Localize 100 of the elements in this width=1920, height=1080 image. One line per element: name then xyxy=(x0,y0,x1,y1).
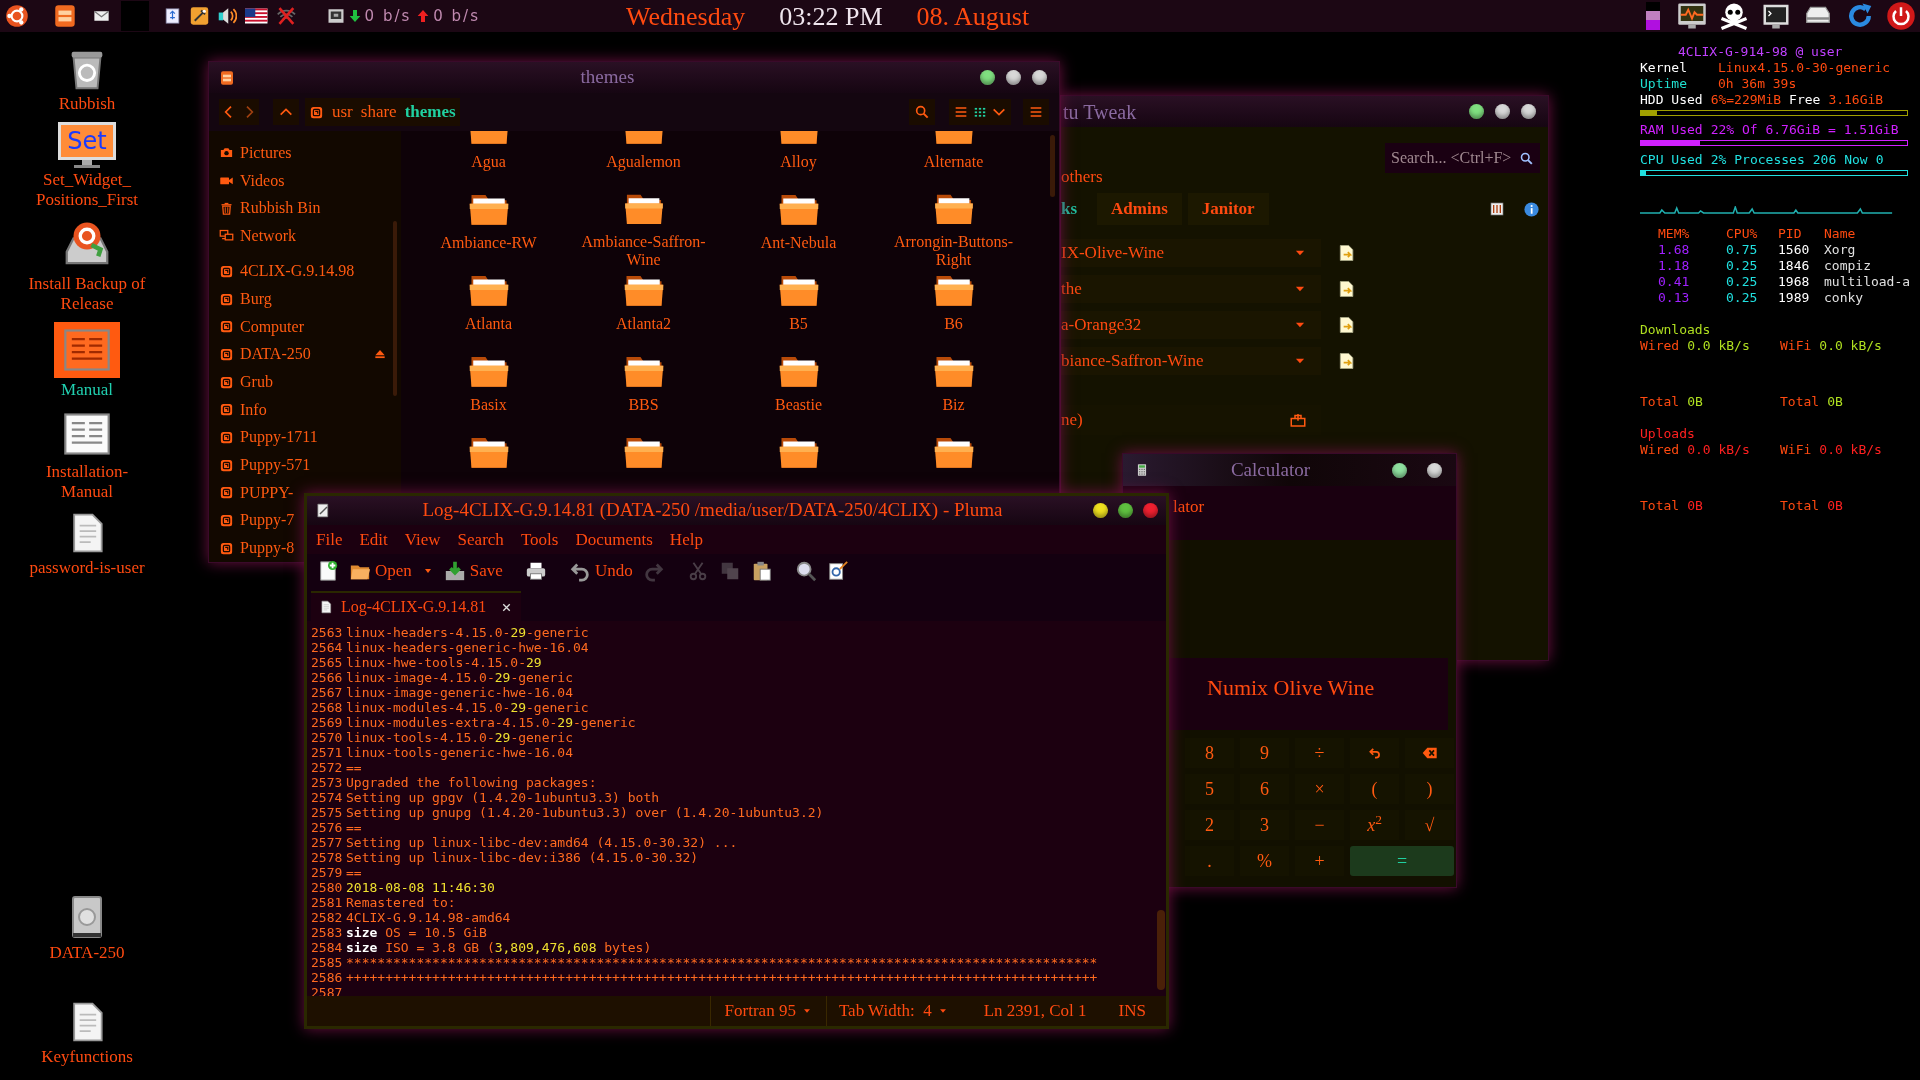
sidebar-item[interactable]: Network xyxy=(219,222,296,250)
folder-item[interactable]: Ambiance-RW xyxy=(411,188,566,269)
sidebar-item[interactable]: Info xyxy=(219,395,267,424)
theme-dropdown[interactable]: biance-Saffron-Wine xyxy=(1061,347,1321,375)
list-view-button[interactable] xyxy=(953,104,969,120)
toolbar-button[interactable]: Undo xyxy=(568,557,633,584)
sidebar-item[interactable]: Grub xyxy=(219,368,273,396)
folder-item[interactable]: BBS xyxy=(566,350,721,431)
maximize-button[interactable] xyxy=(1392,462,1407,478)
desktop-icon-label[interactable]: Keyfunctions xyxy=(41,1047,133,1067)
folder-item[interactable]: Alloy xyxy=(721,131,876,188)
stat-value: 22% Of 6.76GiB = 1.51GiB xyxy=(1710,122,1899,138)
desktop-icon-label[interactable]: Installation- Manual xyxy=(45,462,129,502)
path-button[interactable]: share xyxy=(360,99,397,125)
folder-item[interactable]: Alternate xyxy=(876,131,1031,188)
desktop-icon-label[interactable]: Rubbish xyxy=(58,94,116,114)
info-icon[interactable] xyxy=(1523,200,1540,218)
folder-item[interactable]: Agualemon xyxy=(566,131,721,188)
folder-item[interactable]: Ant-Nebula xyxy=(721,188,876,269)
folder-item[interactable]: Agua xyxy=(411,131,566,188)
tab[interactable]: ks xyxy=(1061,193,1092,225)
network-monitor-icon[interactable] xyxy=(326,7,345,25)
language-dropdown[interactable]: Fortran 95 xyxy=(709,996,826,1026)
toolbar-button[interactable]: Open xyxy=(349,557,412,584)
sidebar-item[interactable]: Puppy-1711 xyxy=(219,423,318,452)
desktop-icon-label[interactable]: password-is-user xyxy=(29,558,145,578)
folder-item[interactable]: Basix xyxy=(411,350,566,431)
folder-item[interactable]: Ambiance-Saffron-Wine xyxy=(566,188,721,269)
maximize-button[interactable] xyxy=(1118,503,1133,518)
tab[interactable]: Admins xyxy=(1097,193,1182,225)
maximize-button[interactable] xyxy=(1469,104,1484,119)
toolbar-button[interactable]: Save xyxy=(443,557,503,584)
close-button[interactable] xyxy=(1521,104,1536,119)
sidebar-item[interactable]: PUPPY- xyxy=(219,478,294,507)
maximize-button[interactable] xyxy=(980,70,995,85)
folder-item[interactable]: Arrongin-Buttons-Right xyxy=(876,188,1031,269)
line-number: 2574 xyxy=(311,790,344,805)
search-button[interactable] xyxy=(909,99,935,125)
menu-item[interactable]: Help xyxy=(669,526,703,553)
sidebar-item[interactable]: Puppy-8 xyxy=(219,534,295,562)
sidebar-item[interactable]: Burg xyxy=(219,285,272,313)
minimize-button[interactable] xyxy=(1495,104,1510,119)
toolbar-button[interactable] xyxy=(317,559,339,582)
path-button[interactable]: usr xyxy=(332,99,353,125)
grid-view-button[interactable] xyxy=(973,105,987,119)
tab-width-dropdown[interactable]: Tab Width: 4 xyxy=(825,996,960,1026)
folder-item[interactable]: Atlanta2 xyxy=(566,269,721,350)
desktop-icon-label[interactable]: Install Backup of Release xyxy=(28,274,146,314)
settings-icon[interactable] xyxy=(1489,201,1505,217)
search-icon[interactable] xyxy=(1519,150,1534,166)
stat-value: 0.0 kB/s xyxy=(1687,338,1750,354)
folder-item[interactable]: Biz xyxy=(876,350,1031,431)
folder-item[interactable]: B5 xyxy=(721,269,876,350)
menu-item[interactable]: View xyxy=(404,526,441,553)
desktop-icon-label[interactable]: DATA-250 xyxy=(49,943,125,963)
folder-item[interactable]: B6 xyxy=(876,269,1031,350)
skull-icon[interactable] xyxy=(1718,1,1750,31)
desktop-icon-label[interactable]: Manual xyxy=(61,380,113,400)
sidebar-item[interactable]: DATA-250 xyxy=(219,340,389,369)
theme-dropdown[interactable]: the xyxy=(1061,275,1321,303)
menu-button[interactable] xyxy=(1023,99,1049,125)
minimize-button[interactable] xyxy=(1006,70,1021,85)
document-icon xyxy=(319,599,333,615)
close-button[interactable] xyxy=(1427,462,1442,478)
stat-value: 0.0 kB/s xyxy=(1687,442,1750,458)
folder-item[interactable]: Beastie xyxy=(721,350,876,431)
sidebar-item[interactable]: 4CLIX-G.9.14.98 xyxy=(219,257,355,286)
upload-icon[interactable] xyxy=(1289,411,1307,429)
sidebar-item[interactable]: Puppy-7 xyxy=(219,506,295,535)
menu-item[interactable]: Search xyxy=(457,526,504,553)
minimize-button[interactable] xyxy=(1093,503,1108,518)
sidebar-item[interactable]: Puppy-571 xyxy=(219,451,311,479)
menu-item[interactable]: Edit xyxy=(359,526,388,553)
close-button[interactable] xyxy=(1032,70,1047,85)
folder-item[interactable]: Atlanta xyxy=(411,269,566,350)
equals-button[interactable]: = xyxy=(1350,846,1454,876)
tab[interactable]: Janitor xyxy=(1187,193,1269,225)
desktop-icon-label[interactable]: Set_Widget_ Positions_First xyxy=(35,170,138,210)
toolbar-button[interactable] xyxy=(826,559,849,582)
system-monitor-icon[interactable] xyxy=(1676,1,1708,31)
theme-dropdown[interactable]: IX-Olive-Wine xyxy=(1061,239,1321,267)
path-button[interactable]: themes xyxy=(404,99,456,125)
menu-item[interactable]: Documents xyxy=(575,526,653,553)
workspace-switcher[interactable] xyxy=(1646,2,1660,30)
sidebar-item[interactable]: Rubbish Bin xyxy=(219,194,321,222)
sidebar-item[interactable]: Computer xyxy=(219,312,304,341)
code-line: Setting up linux-libc-dev:i386 (4.15.0-30.32) xyxy=(346,850,699,865)
clock-time[interactable]: 03:22 PM xyxy=(779,0,883,36)
code-line: size OS = 10.5 GiB xyxy=(346,925,487,940)
sidebar-item[interactable]: Videos xyxy=(219,166,285,195)
tools-icon[interactable] xyxy=(189,5,209,27)
menu-item[interactable]: Tools xyxy=(520,526,559,553)
trash-icon xyxy=(219,200,234,216)
sidebar-item[interactable]: Pictures xyxy=(219,139,292,167)
up-button[interactable] xyxy=(273,99,299,125)
toolbar-button[interactable] xyxy=(794,559,817,582)
menu-item[interactable]: File xyxy=(316,526,343,553)
theme-dropdown[interactable]: a-Orange32 xyxy=(1061,311,1321,339)
power-icon[interactable] xyxy=(1886,1,1916,31)
document-tab[interactable]: Log-4CLIX-G.9.14.81 xyxy=(311,591,522,621)
